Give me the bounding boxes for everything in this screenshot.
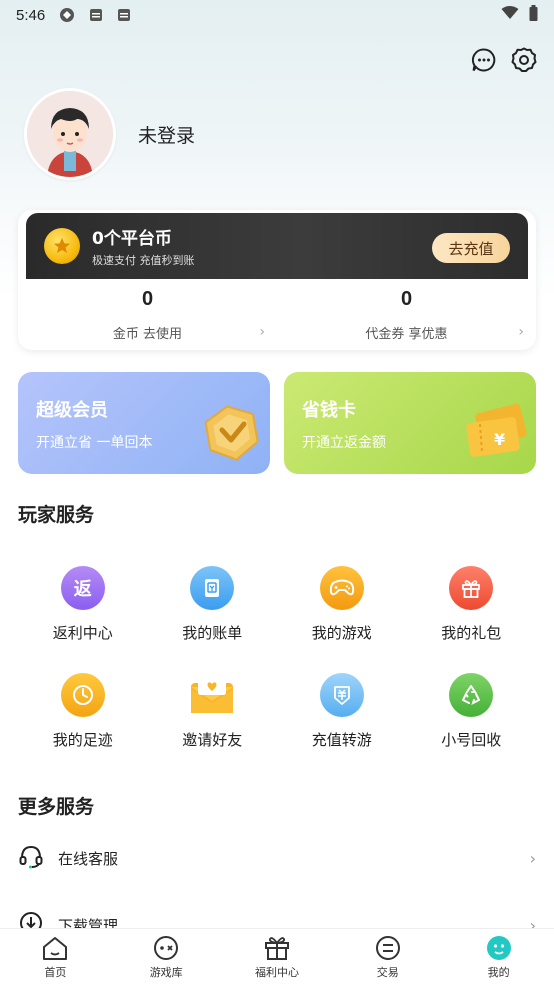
top-actions <box>470 46 538 74</box>
platform-coin-balance: 0个平台币 <box>92 229 172 249</box>
app-notification-icon <box>59 7 75 23</box>
settings-button[interactable] <box>510 46 538 74</box>
player-services-grid: 返 返利中心 我的账单 我的游戏 我的礼包 我的足迹 邀请好友 充值转游 小号回… <box>18 566 536 750</box>
gold-coin-label: 金币 去使用 <box>112 327 183 342</box>
rebate-icon: 返 <box>60 566 105 610</box>
service-recharge-transfer[interactable]: 充值转游 <box>277 673 407 750</box>
tab-label: 首页 <box>44 966 67 979</box>
service-rebate-center[interactable]: 返 返利中心 <box>18 566 148 643</box>
service-invite-friends[interactable]: 邀请好友 <box>148 673 278 750</box>
voucher-stat[interactable]: 0 代金券 享优惠 › <box>277 288 536 348</box>
sim-notification-icon-2 <box>117 8 131 22</box>
service-label: 邀请好友 <box>182 731 243 749</box>
gift-icon <box>449 566 494 610</box>
gold-coin-count: 0 <box>141 288 154 310</box>
status-bar: 5:46 <box>0 0 554 30</box>
gold-coin-stat[interactable]: 0 金币 去使用 › <box>18 288 277 348</box>
vip-badge-icon <box>200 402 264 470</box>
gear-icon <box>511 47 537 72</box>
wifi-icon <box>501 6 519 24</box>
status-time: 5:46 <box>16 6 46 24</box>
online-service-label: 在线客服 <box>58 849 119 868</box>
service-label: 我的足迹 <box>52 731 113 749</box>
player-services-title: 玩家服务 <box>18 504 95 526</box>
voucher-label: 代金券 享优惠 <box>365 327 448 342</box>
tab-label: 福利中心 <box>254 966 299 979</box>
svg-text:¥: ¥ <box>494 430 505 449</box>
envelope-icon <box>190 673 234 717</box>
more-services-title: 更多服务 <box>18 796 95 818</box>
tab-home[interactable]: 首页 <box>0 929 111 986</box>
chat-bubble-icon <box>471 48 496 72</box>
trade-icon <box>375 936 400 960</box>
bottom-tab-bar: 首页 游戏库 福利中心 交易 我的 <box>0 928 554 986</box>
avatar[interactable] <box>24 88 116 180</box>
me-icon <box>486 936 511 960</box>
tab-label: 我的 <box>487 966 510 979</box>
saving-card[interactable]: 省钱卡 开通立返金额 ¥ <box>284 372 536 474</box>
tab-welfare-center[interactable]: 福利中心 <box>222 929 333 986</box>
recharge-button[interactable]: 去充值 <box>432 233 510 263</box>
service-my-footprint[interactable]: 我的足迹 <box>18 673 148 750</box>
game-library-icon <box>154 936 179 960</box>
tab-label: 游戏库 <box>149 966 183 979</box>
service-label: 小号回收 <box>441 731 502 749</box>
service-label: 我的礼包 <box>441 624 502 642</box>
service-my-gift[interactable]: 我的礼包 <box>407 566 537 643</box>
recycle-icon <box>449 673 494 717</box>
platform-coin-subtitle: 极速支付 充值秒到账 <box>92 254 195 267</box>
service-label: 返利中心 <box>52 624 113 642</box>
clock-icon <box>60 673 105 717</box>
message-button[interactable] <box>470 46 498 74</box>
service-label: 我的游戏 <box>311 624 372 642</box>
profile-header[interactable]: 未登录 <box>24 88 195 180</box>
service-my-bill[interactable]: 我的账单 <box>148 566 278 643</box>
tab-me[interactable]: 我的 <box>443 929 554 986</box>
battery-icon <box>529 5 538 25</box>
service-label: 充值转游 <box>311 731 372 749</box>
wallet-stats: 0 金币 去使用 › 0 代金券 享优惠 › <box>18 288 536 348</box>
login-status[interactable]: 未登录 <box>138 121 195 148</box>
coin-icon <box>44 228 80 264</box>
voucher-count: 0 <box>400 288 413 310</box>
home-icon <box>43 937 68 960</box>
super-vip-card[interactable]: 超级会员 开通立省 一单回本 <box>18 372 270 474</box>
service-label: 我的账单 <box>182 624 243 642</box>
tab-label: 交易 <box>376 966 399 979</box>
platform-coin-banner: 0个平台币 极速支付 充值秒到账 去充值 <box>26 213 528 279</box>
chevron-right-icon: › <box>529 848 536 868</box>
transfer-icon <box>319 673 364 717</box>
chevron-right-icon: › <box>518 324 524 340</box>
bill-icon <box>190 566 235 610</box>
wallet-card: 0个平台币 极速支付 充值秒到账 去充值 0 金币 去使用 › 0 代金券 享优… <box>18 210 536 350</box>
tab-trade[interactable]: 交易 <box>332 929 443 986</box>
tab-game-library[interactable]: 游戏库 <box>111 929 222 986</box>
service-account-recycle[interactable]: 小号回收 <box>407 673 537 750</box>
service-my-games[interactable]: 我的游戏 <box>277 566 407 643</box>
online-service-row[interactable]: 在线客服 › <box>18 843 536 873</box>
gamepad-icon <box>319 566 364 610</box>
sim-notification-icon <box>89 8 103 22</box>
headset-icon <box>18 843 44 873</box>
coupon-ticket-icon: ¥ <box>464 402 530 466</box>
welfare-gift-icon <box>264 937 289 960</box>
chevron-right-icon: › <box>259 324 265 340</box>
